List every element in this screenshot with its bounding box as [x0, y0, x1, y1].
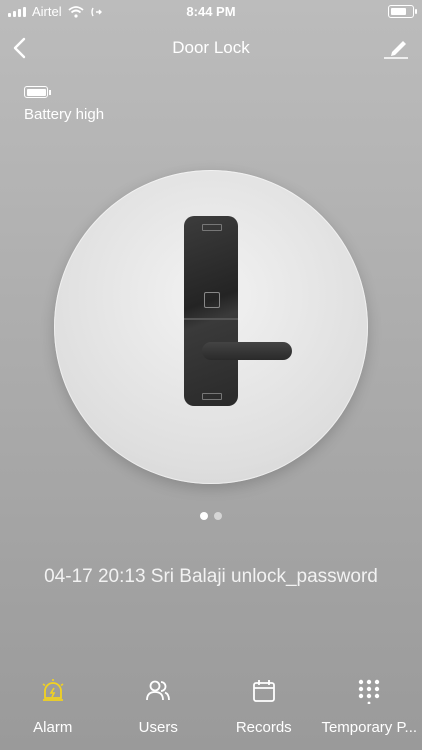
battery-info: Battery high	[24, 86, 104, 123]
page-indicator	[0, 512, 422, 520]
tab-label: Alarm	[33, 719, 73, 736]
tab-records[interactable]: Records	[211, 674, 317, 750]
alarm-icon	[42, 679, 64, 701]
tab-alarm[interactable]: Alarm	[0, 674, 106, 750]
edit-button[interactable]	[382, 36, 410, 60]
lock-illustration[interactable]	[54, 170, 368, 484]
page-dot	[214, 512, 222, 520]
keypad-icon	[359, 679, 380, 704]
lock-body-image	[184, 216, 238, 406]
calendar-icon	[252, 680, 275, 702]
page-dot-active	[200, 512, 208, 520]
tab-users[interactable]: Users	[106, 674, 212, 750]
tab-temporary-password[interactable]: Temporary P...	[317, 674, 422, 750]
battery-icon	[24, 86, 51, 98]
pencil-icon	[384, 41, 408, 59]
last-record-text: 04-17 20:13 Sri Balaji unlock_password	[44, 566, 378, 587]
lock-handle-image	[202, 342, 292, 360]
page-title: Door Lock	[172, 38, 250, 57]
tab-bar: Alarm Users Records Temporary P...	[0, 674, 422, 750]
status-battery-icon	[388, 5, 417, 18]
status-time: 8:44 PM	[186, 4, 236, 19]
tab-label: Users	[138, 719, 178, 736]
fingerprint-reader	[204, 292, 220, 308]
tab-label: Temporary P...	[321, 719, 418, 736]
users-icon	[146, 680, 171, 701]
nav-bar: Door Lock	[0, 28, 422, 68]
tab-label: Records	[235, 719, 292, 736]
status-right	[388, 5, 417, 18]
battery-label: Battery high	[24, 106, 105, 123]
status-bar: Airtel 8:44 PM	[0, 0, 422, 24]
